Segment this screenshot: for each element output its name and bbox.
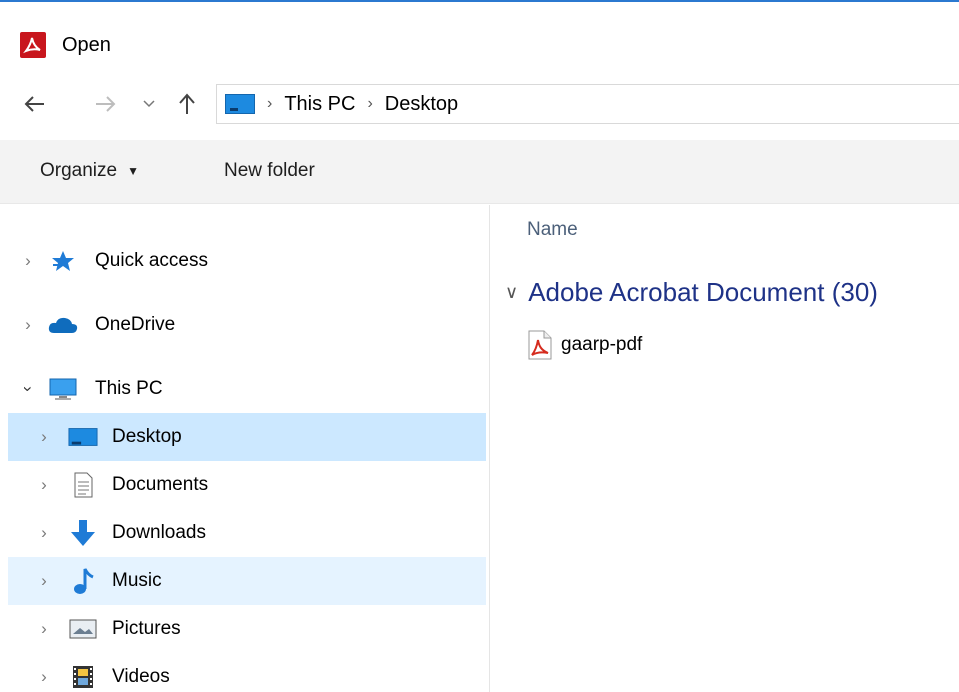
window-title: Open: [62, 34, 111, 56]
sidebar-item-label: This PC: [95, 378, 163, 399]
document-icon: [68, 472, 98, 498]
command-bar: Organize ▼ New folder: [0, 140, 959, 204]
arrow-up-icon: [179, 93, 195, 114]
sidebar-item-desktop[interactable]: › Desktop: [8, 413, 486, 461]
arrow-left-icon: [24, 96, 44, 112]
breadcrumb-desktop[interactable]: Desktop: [385, 92, 458, 116]
breadcrumb-this-pc[interactable]: This PC: [284, 92, 355, 116]
chevron-right-icon[interactable]: ›: [34, 427, 54, 447]
sidebar-item-pictures[interactable]: › Pictures: [8, 605, 486, 653]
computer-icon: [48, 377, 78, 401]
desktop-icon: [68, 425, 98, 449]
chevron-right-icon[interactable]: ›: [34, 571, 54, 591]
organize-button[interactable]: Organize ▼: [40, 158, 139, 184]
film-icon: [68, 665, 98, 689]
star-icon: [48, 249, 78, 273]
picture-icon: [68, 617, 98, 641]
breadcrumb-separator-icon: ›: [267, 95, 273, 112]
arrow-right-icon: [96, 96, 116, 112]
sidebar-item-label: Music: [112, 570, 162, 591]
adobe-acrobat-icon: [20, 32, 46, 58]
recent-locations-button[interactable]: [137, 86, 161, 122]
sidebar-item-downloads[interactable]: › Downloads: [8, 509, 486, 557]
chevron-right-icon[interactable]: ›: [34, 667, 54, 687]
chevron-down-icon[interactable]: ›: [18, 379, 38, 399]
sidebar-item-label: Downloads: [112, 522, 206, 543]
column-header-name[interactable]: Name: [527, 219, 578, 241]
group-label: Adobe Acrobat Document (30): [528, 277, 878, 307]
sidebar-item-label: OneDrive: [95, 314, 176, 335]
cloud-icon: [48, 313, 78, 337]
sidebar-item-label: Videos: [112, 666, 170, 687]
chevron-right-icon[interactable]: ›: [18, 251, 38, 271]
chevron-right-icon[interactable]: ›: [34, 619, 54, 639]
caret-down-icon: ▼: [127, 164, 139, 178]
new-folder-button[interactable]: New folder: [224, 158, 315, 184]
file-item[interactable]: gaarp-pdf: [527, 329, 642, 361]
desktop-icon: [225, 94, 255, 114]
organize-label: Organize: [40, 160, 118, 181]
group-header[interactable]: ∨ Adobe Acrobat Document (30): [505, 277, 878, 308]
forward-button[interactable]: [90, 86, 120, 122]
sidebar-item-onedrive[interactable]: › OneDrive: [8, 301, 486, 349]
sidebar-item-label: Desktop: [112, 426, 182, 447]
chevron-right-icon[interactable]: ›: [18, 315, 38, 335]
music-note-icon: [68, 568, 98, 594]
pdf-file-icon: [527, 330, 553, 360]
navigation-pane: › Quick access › OneDrive › This PC › De…: [0, 205, 490, 692]
back-button[interactable]: [20, 86, 50, 122]
chevron-right-icon[interactable]: ›: [34, 523, 54, 543]
sidebar-item-label: Quick access: [95, 250, 208, 271]
sidebar-item-music[interactable]: › Music: [8, 557, 486, 605]
navigation-bar: › This PC › Desktop: [0, 80, 959, 130]
title-bar: Open: [0, 2, 959, 66]
sidebar-item-documents[interactable]: › Documents: [8, 461, 486, 509]
sidebar-item-videos[interactable]: › Videos: [8, 653, 486, 692]
sidebar-item-quick-access[interactable]: › Quick access: [8, 237, 486, 285]
file-name: gaarp-pdf: [561, 334, 643, 355]
up-button[interactable]: [172, 86, 202, 122]
chevron-down-icon[interactable]: ∨: [505, 282, 518, 303]
file-list-pane: Name ∨ Adobe Acrobat Document (30) gaarp…: [491, 205, 959, 692]
sidebar-item-label: Documents: [112, 474, 209, 495]
breadcrumb-separator-icon: ›: [367, 95, 373, 112]
address-bar[interactable]: › This PC › Desktop: [216, 84, 959, 124]
chevron-right-icon[interactable]: ›: [34, 475, 54, 495]
sidebar-item-label: Pictures: [112, 618, 181, 639]
download-arrow-icon: [68, 520, 98, 546]
chevron-down-icon: [143, 100, 155, 108]
sidebar-item-this-pc[interactable]: › This PC: [8, 365, 486, 413]
